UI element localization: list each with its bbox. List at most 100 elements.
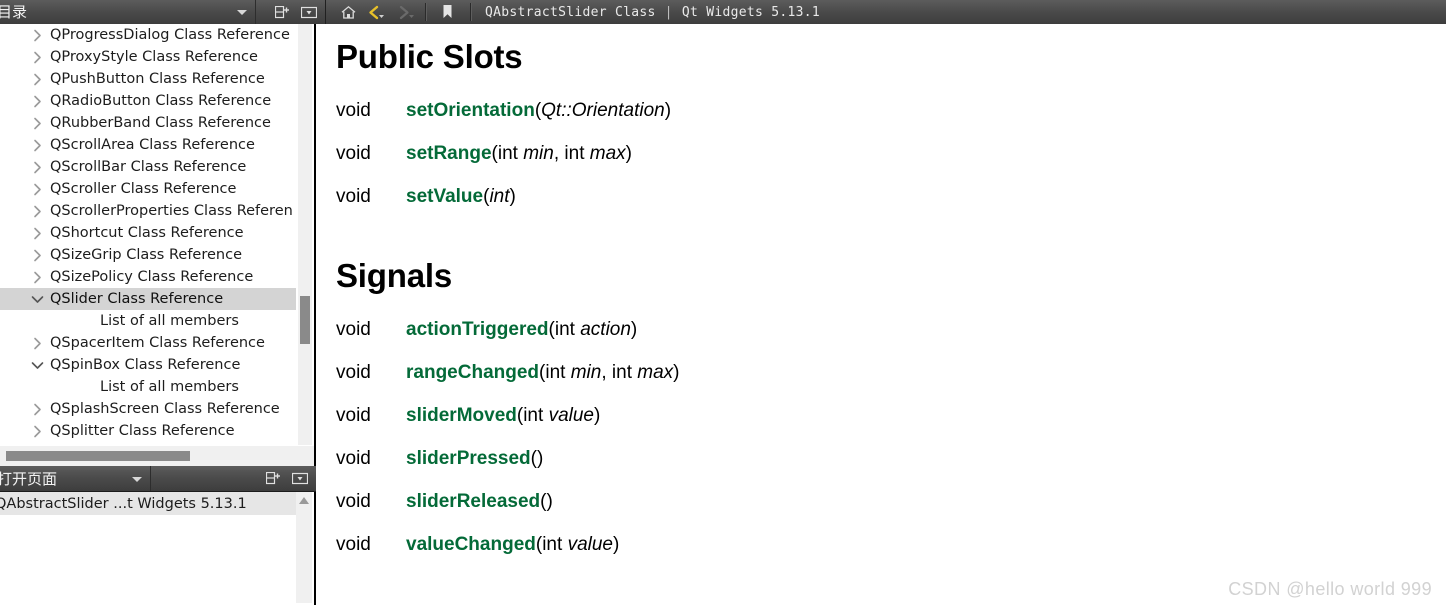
function-name-link[interactable]: sliderMoved bbox=[406, 405, 517, 426]
back-button[interactable] bbox=[364, 1, 390, 23]
chevron-right-icon[interactable] bbox=[24, 139, 50, 152]
function-name-link[interactable]: setOrientation bbox=[406, 100, 535, 121]
chevron-down-icon[interactable] bbox=[237, 10, 247, 15]
function-signature-row: void rangeChanged(int min, int max) bbox=[336, 362, 680, 384]
top-toolbar: 目录 QAbstractSlider Class | Qt Widgets 5.… bbox=[0, 0, 1446, 24]
close-paren: ) bbox=[664, 100, 672, 121]
chevron-down-icon[interactable] bbox=[24, 295, 50, 304]
tree-horizontal-scroll-thumb[interactable] bbox=[6, 451, 190, 461]
sidebar-tree-item[interactable]: QRubberBand Class Reference bbox=[0, 112, 296, 134]
chevron-right-icon[interactable] bbox=[24, 51, 50, 64]
close-paren: ) bbox=[625, 143, 632, 164]
chevron-right-icon[interactable] bbox=[24, 425, 50, 438]
pane-menu-icon[interactable] bbox=[291, 471, 309, 487]
sidebar-tree-item[interactable]: List of all members bbox=[0, 310, 296, 332]
sidebar-tree-item[interactable]: QProgressDialog Class Reference bbox=[0, 24, 296, 46]
close-paren: ) bbox=[593, 405, 601, 426]
sidebar-tree-item[interactable]: QScrollArea Class Reference bbox=[0, 134, 296, 156]
function-name-link[interactable]: setValue bbox=[406, 186, 483, 207]
argument-name: value bbox=[567, 534, 613, 555]
section-heading: Signals bbox=[336, 257, 452, 294]
chevron-right-icon[interactable] bbox=[24, 403, 50, 416]
open-pages-dock-title-bar[interactable]: 打开页面 bbox=[0, 466, 316, 492]
close-paren: ) bbox=[509, 186, 516, 207]
chevron-down-icon[interactable] bbox=[132, 477, 142, 482]
sidebar-tree-item-label: QSpacerItem Class Reference bbox=[50, 335, 265, 351]
argument-type: int bbox=[554, 319, 581, 340]
argument-name: min bbox=[523, 143, 554, 164]
page-title-separator: | bbox=[664, 4, 673, 20]
add-pane-icon[interactable] bbox=[264, 471, 282, 487]
tree-vertical-scrollbar[interactable] bbox=[298, 24, 312, 446]
open-pages-list[interactable]: QAbstractSlider ...t Widgets 5.13.1 bbox=[0, 492, 316, 605]
function-signature-row: void valueChanged(int value) bbox=[336, 534, 619, 556]
bookmark-button[interactable] bbox=[434, 1, 460, 23]
sidebar-tree-item-label: QRadioButton Class Reference bbox=[50, 93, 272, 109]
chevron-right-icon[interactable] bbox=[24, 117, 50, 130]
chevron-right-icon[interactable] bbox=[24, 271, 50, 284]
contents-dock-title-bar[interactable]: 目录 bbox=[0, 0, 256, 24]
sidebar-tree-item-label: QSlider Class Reference bbox=[50, 291, 224, 307]
argument-name: action bbox=[580, 319, 631, 340]
chevron-right-icon[interactable] bbox=[24, 205, 50, 218]
argument-name: value bbox=[548, 405, 594, 426]
contents-dock-title: 目录 bbox=[0, 3, 28, 21]
tree-horizontal-scrollbar[interactable] bbox=[0, 445, 314, 466]
argument-name: max bbox=[637, 362, 674, 383]
open-pages-title: 打开页面 bbox=[0, 470, 58, 488]
document-view: Public Slots void setOrientation(Qt::Orien… bbox=[318, 24, 1446, 605]
chevron-right-icon[interactable] bbox=[24, 183, 50, 196]
sidebar-tree-item[interactable]: QSpacerItem Class Reference bbox=[0, 332, 296, 354]
bookmark-group bbox=[426, 0, 470, 24]
chevron-right-icon[interactable] bbox=[24, 161, 50, 174]
qt-assistant-window: 目录 QAbstractSlider Class | Qt Widgets 5.… bbox=[0, 0, 1446, 605]
sidebar-tree-item-label: QSplashScreen Class Reference bbox=[50, 401, 280, 417]
open-page-item[interactable]: QAbstractSlider ...t Widgets 5.13.1 bbox=[0, 492, 296, 515]
chevron-right-icon[interactable] bbox=[24, 249, 50, 262]
close-paren: ) bbox=[612, 534, 620, 555]
sidebar-tree-item[interactable]: QPushButton Class Reference bbox=[0, 68, 296, 90]
sidebar-tree-item[interactable]: QScrollBar Class Reference bbox=[0, 156, 296, 178]
scroll-up-arrow-icon[interactable] bbox=[299, 497, 309, 504]
function-signature-row: void setRange(int min, int max) bbox=[336, 143, 632, 165]
sidebar-tree-item[interactable]: QSizePolicy Class Reference bbox=[0, 266, 296, 288]
sidebar-tree-item[interactable]: QSizeGrip Class Reference bbox=[0, 244, 296, 266]
chevron-right-icon[interactable] bbox=[24, 95, 50, 108]
chevron-right-icon[interactable] bbox=[24, 337, 50, 350]
argument-type: int bbox=[497, 143, 524, 164]
sidebar-tree-item[interactable]: List of all members bbox=[0, 376, 296, 398]
sidebar-tree-item[interactable]: QScrollerProperties Class Referen bbox=[0, 200, 296, 222]
chevron-right-icon[interactable] bbox=[24, 227, 50, 240]
argument-separator: , bbox=[553, 143, 565, 164]
sidebar-tree-item[interactable]: QRadioButton Class Reference bbox=[0, 90, 296, 112]
add-pane-icon[interactable] bbox=[273, 4, 291, 20]
function-name-link[interactable]: actionTriggered bbox=[406, 319, 549, 340]
sidebar-tree-item[interactable]: QSpinBox Class Reference bbox=[0, 354, 296, 376]
argument-name: max bbox=[589, 143, 626, 164]
sidebar-tree-item[interactable]: QShortcut Class Reference bbox=[0, 222, 296, 244]
function-name-link[interactable]: setRange bbox=[406, 143, 492, 164]
contents-dock-buttons bbox=[256, 0, 326, 24]
home-button[interactable] bbox=[335, 1, 361, 23]
function-name-link[interactable]: rangeChanged bbox=[406, 362, 539, 383]
open-pages-scrollbar[interactable] bbox=[296, 492, 312, 603]
sidebar-tree-item[interactable]: QSlider Class Reference bbox=[0, 288, 296, 310]
function-name-link[interactable]: sliderPressed bbox=[406, 448, 531, 469]
sidebar-tree-item[interactable]: QSplitter Class Reference bbox=[0, 420, 296, 442]
contents-tree[interactable]: QProgressDialog Class Reference QProxySty… bbox=[0, 24, 296, 446]
function-name-link[interactable]: valueChanged bbox=[406, 534, 536, 555]
chevron-right-icon[interactable] bbox=[24, 29, 50, 42]
sidebar-tree-item[interactable]: QScroller Class Reference bbox=[0, 178, 296, 200]
open-pages-title-wrap: 打开页面 bbox=[0, 466, 151, 491]
pane-menu-icon[interactable] bbox=[300, 4, 318, 20]
chevron-right-icon[interactable] bbox=[24, 73, 50, 86]
sidebar-tree-item[interactable]: QSplashScreen Class Reference bbox=[0, 398, 296, 420]
argument-type: int bbox=[611, 362, 638, 383]
tree-vertical-scroll-thumb[interactable] bbox=[300, 296, 310, 344]
sidebar-tree-item[interactable]: QProxyStyle Class Reference bbox=[0, 46, 296, 68]
function-name-link[interactable]: sliderReleased bbox=[406, 491, 540, 512]
argument-name: min bbox=[570, 362, 602, 383]
argument-type: int bbox=[545, 362, 571, 383]
function-signature-row: void sliderReleased() bbox=[336, 491, 553, 513]
chevron-down-icon[interactable] bbox=[24, 361, 50, 370]
